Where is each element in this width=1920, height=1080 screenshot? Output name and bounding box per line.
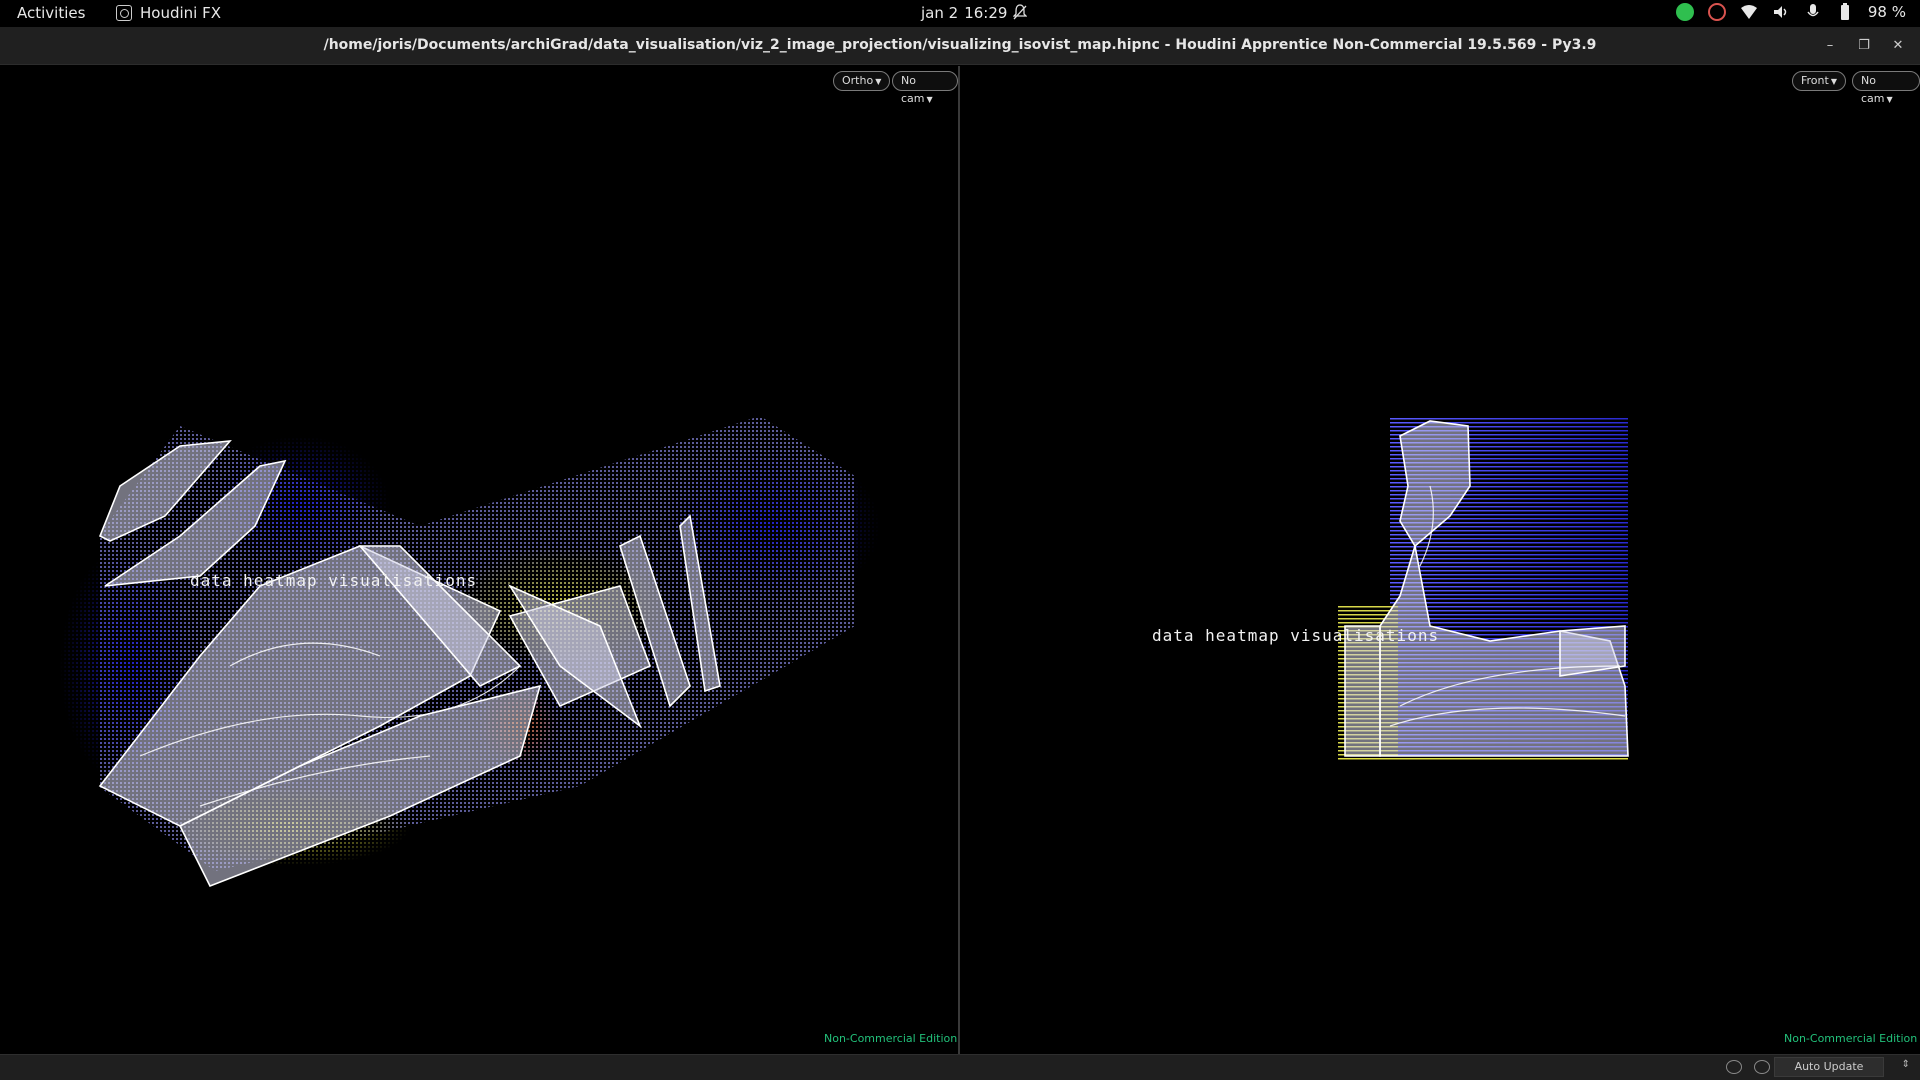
camera-menu-left[interactable]: No cam ▼: [892, 71, 958, 105]
minimize-button[interactable]: –: [1820, 36, 1840, 56]
refresh-icon[interactable]: [1754, 1060, 1770, 1074]
battery-icon[interactable]: [1836, 3, 1854, 21]
clock-date: jan 2: [921, 4, 959, 22]
wifi-icon[interactable]: [1740, 3, 1758, 21]
camera-label-left: No cam: [901, 74, 925, 105]
update-mode-label: Auto Update: [1794, 1060, 1864, 1073]
status-bar: Auto Update ⇕: [0, 1054, 1920, 1080]
notification-bell-icon[interactable]: [1013, 4, 1027, 20]
maximize-button[interactable]: ❐: [1854, 36, 1874, 56]
edition-watermark-left: Non-Commercial Edition: [824, 1032, 958, 1045]
battery-percentage: 98 %: [1867, 3, 1906, 21]
clock-time: 16:29: [964, 4, 1008, 22]
chevron-down-icon: ▼: [926, 95, 933, 104]
chevron-down-icon: ▼: [875, 77, 882, 86]
whatsapp-icon[interactable]: [1675, 3, 1694, 21]
houdini-app-icon: [116, 5, 132, 21]
system-top-bar: Activities Houdini FX jan 2 16:29 98 %: [0, 0, 1920, 27]
edition-watermark-right: Non-Commercial Edition: [1784, 1032, 1918, 1045]
view-type-label-right: Front: [1801, 74, 1829, 87]
view-type-label-left: Ortho: [842, 74, 874, 87]
clock[interactable]: jan 2 16:29: [921, 4, 1007, 22]
camera-menu-right[interactable]: No cam ▼: [1852, 71, 1920, 105]
status-icons: [1726, 1060, 1770, 1074]
view-type-menu-right[interactable]: Front ▼: [1792, 71, 1846, 91]
close-button[interactable]: ✕: [1888, 36, 1908, 56]
system-tray[interactable]: 98 %: [1675, 3, 1906, 21]
microphone-icon[interactable]: [1804, 3, 1822, 21]
viewport-overlay-label-left: data heatmap visualisations: [190, 571, 478, 590]
chevron-down-icon: ▼: [1830, 77, 1837, 86]
viewport-right[interactable]: Front ▼ No cam ▼ data heatmap visualisatio…: [960, 66, 1920, 1054]
app-name: Houdini FX: [140, 4, 221, 22]
cook-status-icon[interactable]: [1726, 1060, 1742, 1074]
viewport-left[interactable]: Ortho ▼ No cam ▼ data heatmap visualisatio…: [0, 66, 958, 1054]
window-controls: – ❐ ✕: [1820, 36, 1908, 56]
view-type-menu-left[interactable]: Ortho ▼: [833, 71, 891, 91]
app-menu[interactable]: Houdini FX: [116, 4, 221, 22]
window-title: /home/joris/Documents/archiGrad/data_vis…: [323, 37, 1597, 53]
sync-status-icon[interactable]: [1707, 3, 1726, 21]
chevron-updown-icon[interactable]: ⇕: [1902, 1059, 1910, 1070]
chevron-down-icon: ▼: [1886, 95, 1893, 104]
window-title-bar[interactable]: /home/joris/Documents/archiGrad/data_vis…: [0, 27, 1920, 65]
viewport-overlay-label-right: data heatmap visualisations: [1152, 626, 1440, 645]
camera-label-right: No cam: [1861, 74, 1885, 105]
heatmap-3d-view-left: [60, 416, 880, 888]
heatmap-front-view-right: [1338, 418, 1629, 762]
activities-button[interactable]: Activities: [17, 4, 85, 22]
update-mode-select[interactable]: Auto Update: [1774, 1057, 1884, 1077]
volume-icon[interactable]: [1772, 3, 1790, 21]
